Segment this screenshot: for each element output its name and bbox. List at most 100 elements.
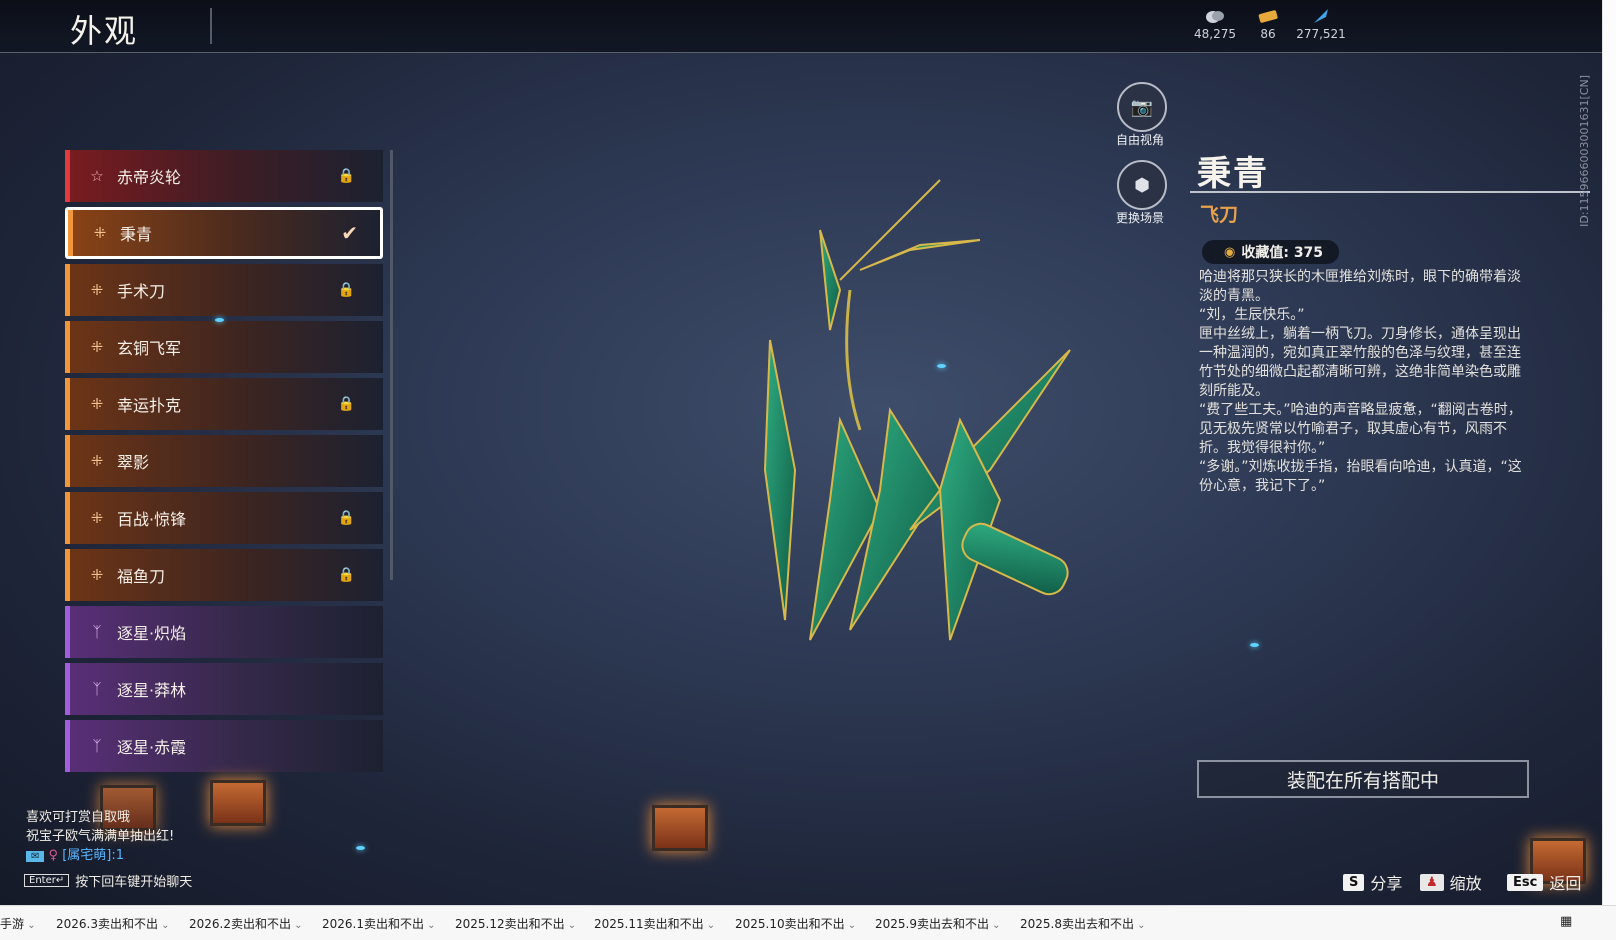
list-item[interactable]: ᛉ 逐星·莽林 (65, 663, 383, 715)
esc-key: Esc (1507, 873, 1544, 891)
player-id: ID:1159666003001631[CN] (1578, 75, 1591, 227)
chat-message: ✉ ♀ [属宅萌]:1 (26, 846, 174, 866)
spark-particle (215, 318, 224, 322)
lock-icon: 🔒 (337, 168, 355, 184)
description-paragraph: “费了些工夫。”哈迪的声音略显疲惫，“翻阅古卷时，见无极先贤常以竹喻君子，取其虚… (1199, 402, 1522, 456)
bookmark-folder[interactable]: 2026.3卖出和不出 (56, 915, 170, 932)
lock-icon: 🔒 (337, 510, 355, 526)
lock-icon: 🔒 (337, 567, 355, 583)
list-item[interactable]: ⁜ 翠影 (65, 435, 383, 487)
rank-icon: ⁜ (90, 395, 104, 413)
rank-icon: ⁜ (90, 281, 104, 299)
item-description: 哈迪将那只狭长的木匣推给刘炼时，眼下的确带着淡淡的青黑。 “刘，生辰快乐。” 匣… (1199, 268, 1531, 496)
change-scene-button[interactable]: ⬢ (1117, 160, 1167, 210)
chat-enter-hint[interactable]: Enter↵ 按下回车键开始聊天 (24, 871, 192, 890)
rarity-bar (65, 150, 70, 202)
spark-particle (1250, 643, 1259, 647)
description-paragraph: “多谢。”刘炼收拢手指，抬眼看向哈迪，认真道，“这份心意，我记下了。” (1199, 459, 1522, 494)
share-label: 分享 (1370, 874, 1403, 893)
mouse-icon: ♟ (1420, 873, 1444, 891)
list-item-label: 玄铜飞军 (117, 339, 182, 358)
currency-ticket: 86 (1238, 8, 1298, 41)
list-item-label: 赤帝炎轮 (117, 168, 182, 187)
chat-message: 祝宝子欧气满满单抽出红! (26, 829, 175, 844)
page-title: 外观 (70, 12, 139, 50)
channel-icon: ✉ (26, 851, 45, 862)
list-item[interactable]: ☆ 赤帝炎轮 🔒 (65, 150, 383, 202)
bookmark-bar: 手游 2026.3卖出和不出 2026.2卖出和不出 2026.1卖出和不出 2… (0, 905, 1616, 940)
lantern-decoration (652, 805, 708, 851)
list-item[interactable]: ⁜ 福鱼刀 🔒 (65, 549, 383, 601)
equip-all-button[interactable]: 装配在所有搭配中 (1197, 760, 1529, 798)
bookmark-folder[interactable]: 2025.11卖出和不出 (594, 915, 715, 932)
list-item[interactable]: ⁜ 幸运扑克 🔒 (65, 378, 383, 430)
share-key: S (1343, 873, 1365, 891)
description-paragraph: 匣中丝绒上，躺着一柄飞刀。刀身修长，通体呈现出一种温润的，宛如真正翠竹般的色泽与… (1199, 326, 1521, 399)
grid-icon[interactable]: ▦ (1560, 914, 1572, 929)
enter-key-icon: Enter↵ (24, 874, 70, 887)
ticket-icon (1258, 10, 1278, 23)
chat-box: 喜欢可打赏自取哦 祝宝子欧气满满单抽出红! ✉ ♀ [属宅萌]:1 (26, 808, 174, 866)
lock-icon: 🔒 (337, 282, 355, 298)
rarity-bar (65, 549, 70, 601)
bookmark-folder[interactable]: 2025.8卖出去和不出 (1020, 915, 1146, 932)
rank-icon: ⁜ (90, 509, 104, 527)
rank-icon: ⁜ (93, 224, 107, 242)
game-screen: 外观 48,275 86 277,521 ☆ 赤帝炎轮 🔒 ⁜ 秉青 ✔ ⁜ 手… (0, 0, 1602, 905)
lock-icon: 🔒 (337, 396, 355, 412)
list-item[interactable]: ⁜ 手术刀 🔒 (65, 264, 383, 316)
list-item-label: 幸运扑克 (117, 396, 182, 415)
currency-coin: 48,275 (1185, 8, 1245, 41)
rarity-bar (65, 663, 70, 715)
top-bar: 外观 48,275 86 277,521 (0, 0, 1602, 53)
list-item-label: 翠影 (117, 453, 150, 472)
rarity-bar (65, 435, 70, 487)
title-divider (210, 8, 212, 44)
bookmark-folder[interactable]: 2025.9卖出去和不出 (875, 915, 1001, 932)
bookmark-folder[interactable]: 手游 (0, 915, 36, 932)
bookmark-folder[interactable]: 2026.1卖出和不出 (322, 915, 436, 932)
description-paragraph: “刘，生辰快乐。” (1199, 307, 1305, 323)
rank-icon: ⁜ (90, 338, 104, 356)
list-scrollbar[interactable] (390, 150, 393, 580)
lantern-decoration (210, 780, 266, 826)
rarity-bar (68, 210, 73, 256)
spark-particle (356, 846, 365, 850)
chat-message: 喜欢可打赏自取哦 (26, 810, 131, 825)
bookmark-folder[interactable]: 2026.2卖出和不出 (189, 915, 303, 932)
list-item[interactable]: ⁜ 百战·惊锋 🔒 (65, 492, 383, 544)
check-icon: ✔ (341, 221, 358, 245)
chat-player: [属宅萌]:1 (62, 848, 124, 863)
female-icon: ♀ (48, 848, 59, 863)
skin-list[interactable]: ☆ 赤帝炎轮 🔒 ⁜ 秉青 ✔ ⁜ 手术刀 🔒 ⁜ 玄铜飞军 ⁜ 幸运扑克 🔒 (65, 150, 385, 795)
back-hint[interactable]: Esc 返回 (1507, 870, 1581, 894)
page-edge (1602, 0, 1616, 905)
list-item-selected[interactable]: ⁜ 秉青 ✔ (65, 207, 383, 259)
back-label: 返回 (1549, 874, 1582, 893)
list-item[interactable]: ⁜ 玄铜飞军 (65, 321, 383, 373)
share-hint[interactable]: S 分享 (1343, 870, 1402, 894)
chat-enter-label: 按下回车键开始聊天 (75, 875, 193, 890)
zoom-hint[interactable]: ♟ 缩放 (1420, 870, 1482, 894)
rarity-bar (65, 606, 70, 658)
collection-value: 收藏值: 375 (1241, 245, 1324, 261)
list-item-label: 逐星·莽林 (117, 681, 187, 700)
list-item[interactable]: ᛉ 逐星·赤霞 (65, 720, 383, 772)
rank-icon: ⁜ (90, 452, 104, 470)
list-item-label: 秉青 (120, 225, 153, 244)
currency-ticket-value: 86 (1260, 27, 1276, 41)
cube-icon: ⬢ (1134, 174, 1150, 196)
rank-icon: ᛉ (92, 680, 102, 698)
rarity-bar (65, 321, 70, 373)
rarity-bar (65, 378, 70, 430)
list-item-label: 逐星·赤霞 (117, 738, 187, 757)
change-scene-label: 更换场景 (1115, 211, 1164, 225)
spark-particle (937, 364, 946, 368)
bookmark-folder[interactable]: 2025.10卖出和不出 (735, 915, 856, 932)
free-camera-button[interactable]: 📷 (1117, 82, 1167, 132)
item-name: 秉青 (1197, 154, 1269, 194)
list-item[interactable]: ᛉ 逐星·炽焰 (65, 606, 383, 658)
camera-icon: 📷 (1130, 96, 1154, 118)
bookmark-folder[interactable]: 2025.12卖出和不出 (455, 915, 576, 932)
rank-icon: ᛉ (92, 737, 102, 755)
